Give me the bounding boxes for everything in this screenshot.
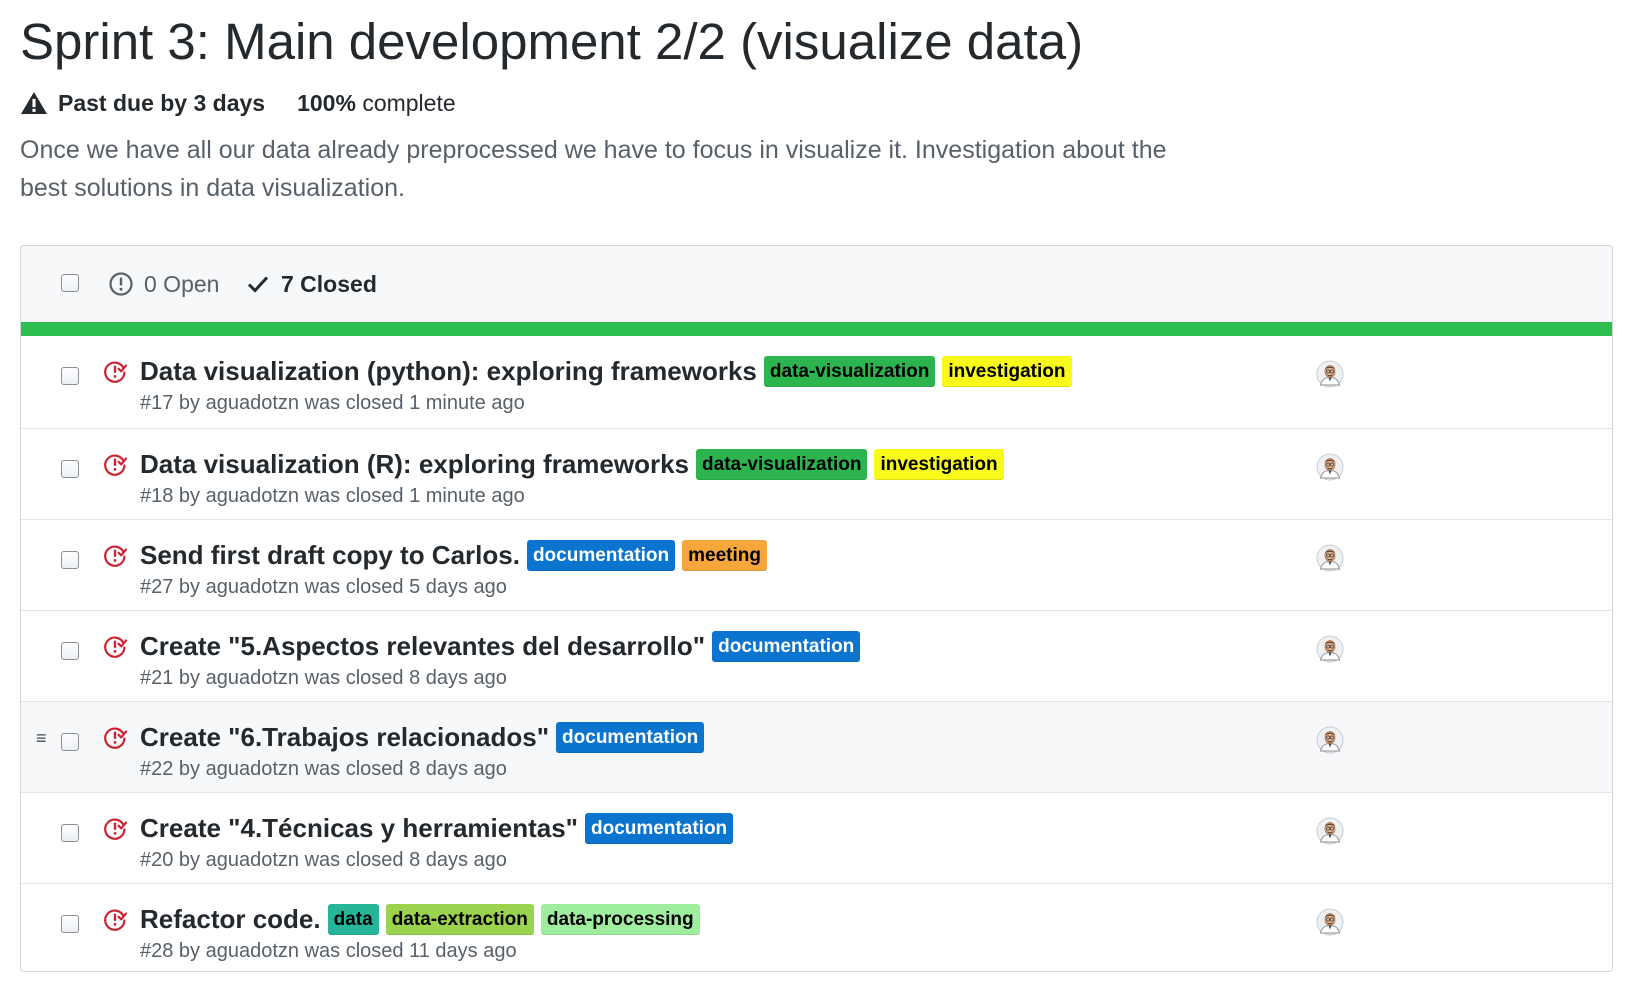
issue-closed-icon <box>104 727 127 749</box>
issue-label[interactable]: data-processing <box>540 903 700 935</box>
issue-title-link[interactable]: Send first draft copy to Carlos. <box>140 540 520 571</box>
user-avatar[interactable] <box>1316 544 1344 572</box>
user-avatar[interactable] <box>1316 817 1344 845</box>
issue-content: Send first draft copy to Carlos. document… <box>140 538 1312 599</box>
issue-label[interactable]: data <box>327 903 379 935</box>
milestone-description: Once we have all our data already prepro… <box>20 136 1167 202</box>
issue-title-line: Create "6.Trabajos relacionados" document… <box>140 720 1312 754</box>
user-avatar[interactable] <box>1316 453 1344 481</box>
issue-closed-icon <box>104 909 127 931</box>
issue-checkbox[interactable] <box>61 367 79 385</box>
issue-title-line: Create "4.Técnicas y herramientas" docume… <box>140 811 1312 845</box>
issue-content: Create "6.Trabajos relacionados" document… <box>140 720 1312 781</box>
tab-open-issues[interactable]: 0 Open <box>108 246 219 322</box>
issue-meta: #20 by aguadotzn was closed 8 days ago <box>140 849 507 871</box>
issue-checkbox[interactable] <box>61 460 79 478</box>
issue-opened-icon <box>109 272 133 296</box>
tab-closed-label: 7 Closed <box>281 270 377 297</box>
issue-content: Create "4.Técnicas y herramientas" docume… <box>140 811 1312 872</box>
issue-row[interactable]: Create "5.Aspectos relevantes del desarr… <box>21 610 1612 701</box>
completion-suffix: complete <box>362 89 456 116</box>
issue-label[interactable]: investigation <box>942 355 1072 387</box>
tab-open-label: 0 Open <box>144 270 220 297</box>
issue-checkbox[interactable] <box>61 551 79 569</box>
issue-meta: #27 by aguadotzn was closed 5 days ago <box>140 576 507 598</box>
issue-checkbox[interactable] <box>61 642 79 660</box>
user-avatar[interactable] <box>1316 908 1344 936</box>
issue-title-line: Send first draft copy to Carlos. document… <box>140 538 1312 572</box>
issue-label[interactable]: meeting <box>682 539 767 571</box>
issue-label[interactable]: documentation <box>585 812 734 844</box>
issue-checkbox[interactable] <box>61 733 79 751</box>
issue-row[interactable]: Data visualization (R): exploring framew… <box>21 428 1612 519</box>
issue-meta: #22 by aguadotzn was closed 8 days ago <box>140 758 507 780</box>
milestone-title: Sprint 3: Main development 2/2 (visualiz… <box>20 13 1084 70</box>
issue-label[interactable]: data-extraction <box>385 903 534 935</box>
drag-handle-icon[interactable]: ≡ <box>36 728 47 748</box>
issue-meta: #17 by aguadotzn was closed 1 minute ago <box>140 392 525 414</box>
issue-label[interactable]: documentation <box>712 630 861 662</box>
check-icon <box>247 276 269 293</box>
issues-box-header: 0 Open 7 Closed <box>21 246 1612 322</box>
user-avatar[interactable] <box>1316 360 1344 388</box>
due-status-text: Past due by 3 days <box>58 89 266 116</box>
issue-meta: #21 by aguadotzn was closed 8 days ago <box>140 667 507 689</box>
issue-row[interactable]: Create "4.Técnicas y herramientas" docume… <box>21 792 1612 883</box>
completion-percent: 100% <box>297 89 356 116</box>
issue-title-link[interactable]: Create "5.Aspectos relevantes del desarr… <box>140 631 705 662</box>
issue-content: Create "5.Aspectos relevantes del desarr… <box>140 629 1312 690</box>
issue-closed-icon <box>104 818 127 840</box>
issue-content: Data visualization (python): exploring f… <box>140 354 1312 415</box>
issue-title-link[interactable]: Data visualization (python): exploring f… <box>140 356 757 387</box>
issue-title-link[interactable]: Create "4.Técnicas y herramientas" <box>140 813 578 844</box>
issue-label[interactable]: investigation <box>874 448 1004 480</box>
issue-title-line: Refactor code. data data-extraction data-pr… <box>140 902 1312 936</box>
tab-closed-issues[interactable]: 7 Closed <box>247 246 377 322</box>
issue-closed-icon <box>104 636 127 658</box>
issue-label[interactable]: documentation <box>556 721 705 753</box>
completion: 100% complete <box>297 90 456 117</box>
issue-content: Data visualization (R): exploring framew… <box>140 447 1312 508</box>
milestone-page: Sprint 3: Main development 2/2 (visualiz… <box>0 0 1626 990</box>
issue-title-line: Create "5.Aspectos relevantes del desarr… <box>140 629 1312 663</box>
issue-title-link[interactable]: Data visualization (R): exploring framew… <box>140 449 689 480</box>
issue-closed-icon <box>104 361 127 383</box>
issue-label[interactable]: data-visualization <box>763 355 936 387</box>
issue-title-link[interactable]: Refactor code. <box>140 904 321 935</box>
milestone-progress-bar <box>21 322 1612 336</box>
milestone-meta: Past due by 3 days 100% complete <box>20 88 456 118</box>
due-status: Past due by 3 days <box>20 90 265 117</box>
issue-label[interactable]: data-visualization <box>696 448 868 480</box>
issue-closed-icon <box>104 545 127 567</box>
issue-row[interactable]: ≡ Create "6.Trabajos relacionados" documen… <box>21 701 1612 792</box>
issue-row[interactable]: Refactor code. data data-extraction data-pr… <box>21 883 1612 971</box>
issue-content: Refactor code. data data-extraction data-pr… <box>140 902 1312 963</box>
issue-row[interactable]: Send first draft copy to Carlos. document… <box>21 519 1612 610</box>
issue-row[interactable]: Data visualization (python): exploring f… <box>21 336 1612 428</box>
issue-meta: #18 by aguadotzn was closed 1 minute ago <box>140 485 525 507</box>
user-avatar[interactable] <box>1316 726 1344 754</box>
issue-meta: #28 by aguadotzn was closed 11 days ago <box>140 940 517 962</box>
issue-title-line: Data visualization (python): exploring f… <box>140 354 1312 388</box>
issue-list: Data visualization (python): exploring f… <box>21 336 1612 971</box>
issues-box: 0 Open 7 Closed Data visualization (pyth… <box>20 245 1613 972</box>
alert-icon <box>20 92 48 114</box>
issue-title-line: Data visualization (R): exploring framew… <box>140 447 1312 481</box>
user-avatar[interactable] <box>1316 635 1344 663</box>
issue-checkbox[interactable] <box>61 915 79 933</box>
issue-closed-icon <box>104 454 127 476</box>
select-all-checkbox[interactable] <box>61 274 79 292</box>
issue-checkbox[interactable] <box>61 824 79 842</box>
issue-label[interactable]: documentation <box>526 539 676 571</box>
issue-title-link[interactable]: Create "6.Trabajos relacionados" <box>140 722 549 753</box>
